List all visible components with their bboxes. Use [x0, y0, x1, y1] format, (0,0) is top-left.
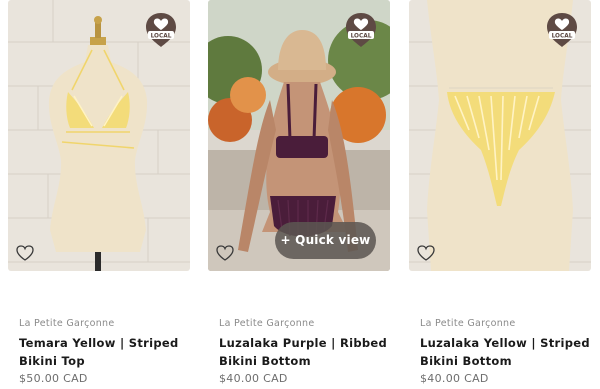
product-image[interactable]: LOCAL [8, 0, 190, 271]
product-title[interactable]: Temara Yellow | Striped Bikini Top [19, 334, 194, 370]
wishlist-heart-icon[interactable] [417, 245, 435, 261]
wishlist-heart-icon[interactable] [16, 245, 34, 261]
product-image[interactable]: LOCAL + Quick view [208, 0, 390, 271]
local-badge: LOCAL [547, 13, 577, 47]
local-badge: LOCAL [146, 13, 176, 47]
svg-text:LOCAL: LOCAL [552, 34, 573, 40]
product-image[interactable]: LOCAL [409, 0, 591, 271]
product-title[interactable]: Luzalaka Purple | Ribbed Bikini Bottom [219, 334, 394, 370]
product-vendor: La Petite Garçonne [219, 318, 315, 329]
product-price: $40.00 CAD [420, 372, 489, 385]
local-badge: LOCAL [346, 13, 376, 47]
product-card-luzalaka-yellow[interactable]: LOCAL La Petite Garçonne Luzalaka Yellow… [409, 0, 591, 385]
wishlist-heart-icon[interactable] [216, 245, 234, 261]
quick-view-button[interactable]: + Quick view [275, 222, 376, 259]
product-title[interactable]: Luzalaka Yellow | Striped Bikini Bottom [420, 334, 595, 370]
svg-text:LOCAL: LOCAL [151, 34, 172, 40]
product-card-temara-yellow[interactable]: LOCAL La Petite Garçonne Temara Yellow |… [8, 0, 190, 385]
product-card-luzalaka-purple[interactable]: LOCAL + Quick view La Petite Garçonne Lu… [208, 0, 390, 385]
product-price: $50.00 CAD [19, 372, 88, 385]
product-vendor: La Petite Garçonne [420, 318, 516, 329]
svg-text:LOCAL: LOCAL [351, 34, 372, 40]
product-grid: LOCAL La Petite Garçonne Temara Yellow |… [0, 0, 600, 389]
product-price: $40.00 CAD [219, 372, 288, 385]
product-vendor: La Petite Garçonne [19, 318, 115, 329]
